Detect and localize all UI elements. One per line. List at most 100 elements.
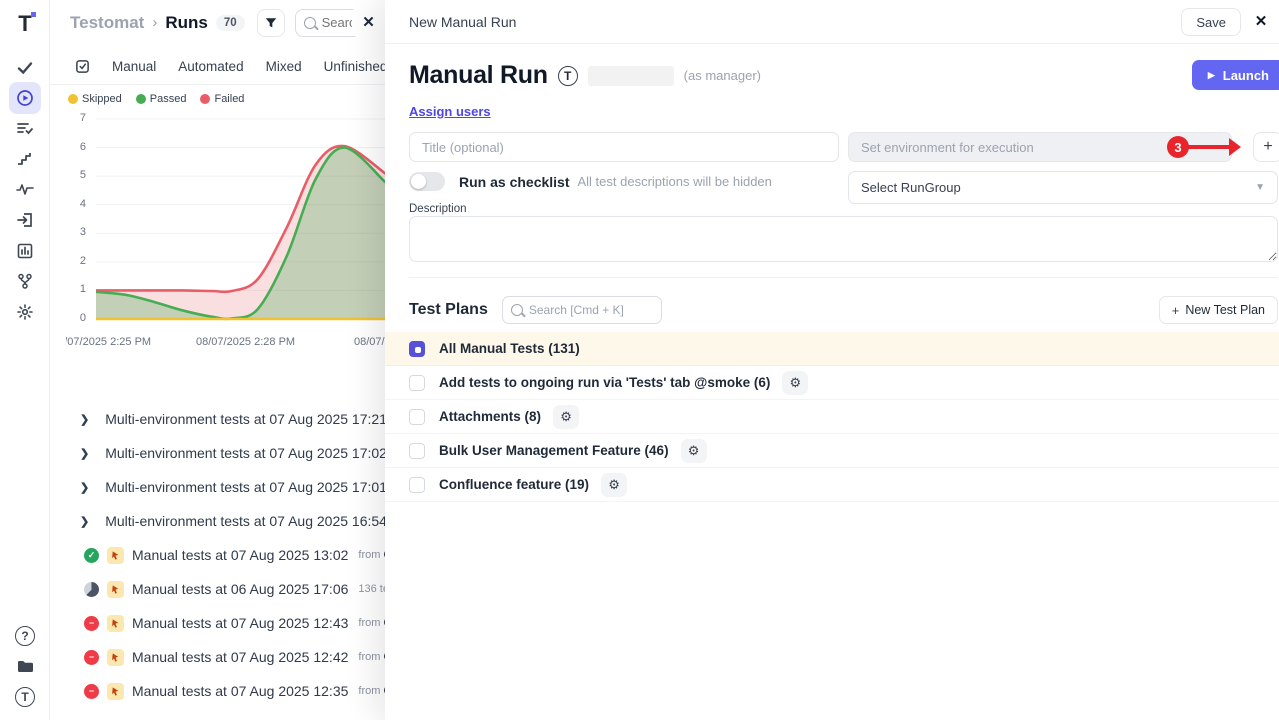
run-meta: from Custom	[358, 651, 385, 663]
y-tick: 0	[50, 312, 86, 324]
test-plan-row[interactable]: All Manual Tests (131)	[385, 332, 1279, 366]
select-all-icon[interactable]	[75, 59, 90, 74]
run-meta: 136 tests	[358, 583, 385, 595]
run-as-checklist-toggle[interactable]	[409, 172, 445, 191]
tab-mixed[interactable]: Mixed	[266, 59, 302, 74]
runs-panel: Testomat › Runs 70 ✕ Manual Automated Mi…	[50, 0, 385, 720]
test-plan-checkbox[interactable]	[409, 477, 425, 493]
save-button[interactable]: Save	[1181, 8, 1241, 36]
test-plan-list: All Manual Tests (131) Add tests to ongo…	[385, 332, 1279, 502]
chevron-right-icon[interactable]: ❯	[80, 481, 89, 494]
test-plan-settings-button[interactable]: ⚙	[553, 405, 579, 429]
test-plan-row[interactable]: Attachments (8) ⚙	[385, 400, 1279, 434]
owner-name-redacted	[588, 66, 674, 86]
run-row[interactable]: − Manual tests at 07 Aug 2025 12:35 from…	[50, 674, 385, 708]
chevron-right-icon[interactable]: ❯	[80, 447, 89, 460]
chevron-down-icon: ▼	[1255, 182, 1265, 193]
y-tick: 7	[50, 112, 86, 124]
new-test-plan-button[interactable]: + New Test Plan	[1159, 296, 1278, 324]
run-folder-row[interactable]: ❯ Multi-environment tests at 07 Aug 2025…	[50, 436, 385, 470]
y-tick: 4	[50, 198, 86, 210]
sidebar-item-runs[interactable]	[9, 82, 41, 114]
status-progress-icon	[84, 582, 99, 597]
y-tick: 5	[50, 169, 86, 181]
x-tick: 08/07/2025 2:28 PM	[196, 336, 295, 348]
x-tick: 08/07/2025 2:30 PM	[354, 336, 385, 348]
modal-title: New Manual Run	[409, 14, 516, 30]
list-check-icon	[16, 119, 34, 137]
run-row[interactable]: − Manual tests at 07 Aug 2025 12:43 from…	[50, 606, 385, 640]
run-folder-row[interactable]: ❯ Multi-environment tests at 07 Aug 2025…	[50, 470, 385, 504]
account-logo-button[interactable]: T	[9, 681, 41, 713]
run-folder-row[interactable]: ❯ Multi-environment tests at 07 Aug 2025…	[50, 504, 385, 538]
status-failed-icon: −	[84, 650, 99, 665]
test-plan-search-input[interactable]	[529, 303, 649, 317]
rungroup-select[interactable]: Select RunGroup ▼	[848, 171, 1278, 204]
test-plan-row[interactable]: Add tests to ongoing run via 'Tests' tab…	[385, 366, 1279, 400]
close-icon[interactable]: ✕	[1251, 12, 1271, 30]
help-button[interactable]: ?	[9, 620, 41, 652]
sidebar-item-branches[interactable]	[9, 265, 41, 297]
test-plan-settings-button[interactable]: ⚙	[601, 473, 627, 497]
sidebar-item-settings[interactable]	[9, 296, 41, 328]
test-plans-header: Test Plans + New Test Plan	[409, 296, 1278, 324]
test-plan-checkbox[interactable]	[409, 341, 425, 357]
projects-button[interactable]	[9, 650, 41, 682]
tab-manual[interactable]: Manual	[112, 59, 156, 74]
chevron-right-icon[interactable]: ❯	[80, 515, 89, 528]
search-icon	[304, 17, 316, 29]
as-manager-label: (as manager)	[684, 68, 761, 83]
legend-failed: Failed	[200, 93, 244, 105]
test-plan-row[interactable]: Bulk User Management Feature (46) ⚙	[385, 434, 1279, 468]
y-tick: 6	[50, 141, 86, 153]
launch-button[interactable]: ▶ Launch	[1192, 60, 1279, 90]
tab-automated[interactable]: Automated	[178, 59, 243, 74]
run-meta: from Custom	[358, 549, 385, 561]
passed-dot-icon	[136, 94, 146, 104]
runs-area-chart	[96, 112, 385, 330]
sidebar-item-tests[interactable]	[9, 52, 41, 84]
x-tick: 08/07/2025 2:25 PM	[66, 336, 151, 348]
sidebar-item-plans[interactable]	[9, 112, 41, 144]
add-environment-button[interactable]: +	[1253, 132, 1279, 162]
skipped-dot-icon	[68, 94, 78, 104]
run-folder-row[interactable]: ❯ Multi-environment tests at 07 Aug 2025…	[50, 402, 385, 436]
sidebar-item-pulse[interactable]	[9, 173, 41, 205]
manual-run-icon	[107, 581, 124, 598]
run-row[interactable]: ✓ Manual tests at 07 Aug 2025 13:02 from…	[50, 538, 385, 572]
test-plan-checkbox[interactable]	[409, 375, 425, 391]
sidebar-item-milestones[interactable]	[9, 143, 41, 175]
tab-unfinished[interactable]: Unfinished	[324, 59, 385, 74]
y-tick: 3	[50, 226, 86, 238]
runs-list: ❯ Multi-environment tests at 07 Aug 2025…	[50, 402, 385, 708]
test-plan-checkbox[interactable]	[409, 409, 425, 425]
test-plan-settings-button[interactable]: ⚙	[782, 371, 808, 395]
sidebar-item-reports[interactable]	[9, 235, 41, 267]
test-plan-search[interactable]	[502, 296, 662, 324]
assign-users-link[interactable]: Assign users	[409, 104, 491, 119]
search-clear-button[interactable]: ✕	[352, 6, 385, 38]
description-textarea[interactable]	[409, 216, 1278, 262]
runs-tabs: Manual Automated Mixed Unfinished	[50, 48, 385, 85]
sidebar-item-import[interactable]	[9, 204, 41, 236]
manual-run-icon	[107, 547, 124, 564]
run-row[interactable]: Manual tests at 06 Aug 2025 17:06 136 te…	[50, 572, 385, 606]
app-logo[interactable]: T	[9, 8, 41, 40]
title-input[interactable]	[409, 132, 839, 162]
search-icon	[511, 304, 523, 316]
test-plan-row[interactable]: Confluence feature (19) ⚙	[385, 468, 1279, 502]
legend-skipped: Skipped	[68, 93, 122, 105]
steps-icon	[16, 150, 34, 168]
test-plan-checkbox[interactable]	[409, 443, 425, 459]
filter-button[interactable]	[257, 9, 285, 37]
run-row[interactable]: − Manual tests at 07 Aug 2025 12:42 from…	[50, 640, 385, 674]
run-heading-row: Manual Run T (as manager)	[409, 61, 761, 90]
breadcrumb-app[interactable]: Testomat	[70, 13, 144, 33]
test-plan-settings-button[interactable]: ⚙	[681, 439, 707, 463]
gear-icon	[16, 303, 34, 321]
checklist-label: Run as checklist	[459, 174, 570, 190]
chevron-right-icon[interactable]: ❯	[80, 413, 89, 426]
testomat-logo-icon: T	[15, 687, 35, 707]
pulse-icon	[16, 180, 34, 198]
description-label: Description	[409, 203, 467, 215]
